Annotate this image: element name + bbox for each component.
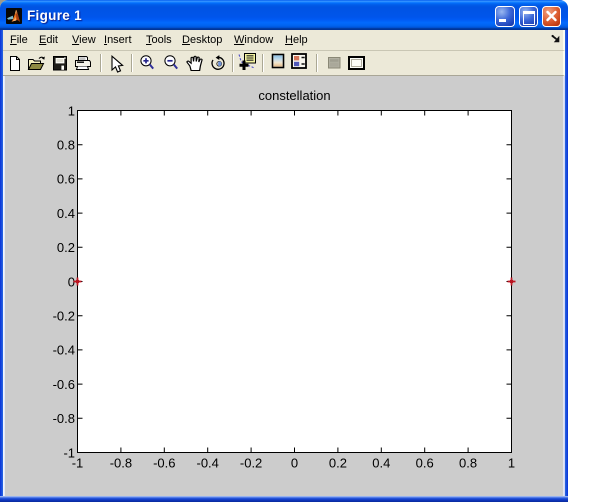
svg-text:0.8: 0.8 — [57, 138, 75, 153]
svg-text:0.8: 0.8 — [459, 456, 477, 471]
svg-text:0.4: 0.4 — [57, 206, 75, 221]
svg-text:-0.4: -0.4 — [53, 343, 75, 358]
svg-text:1: 1 — [68, 103, 75, 118]
svg-text:0.6: 0.6 — [57, 172, 75, 187]
svg-text:0.6: 0.6 — [416, 456, 434, 471]
svg-text:-0.2: -0.2 — [240, 456, 262, 471]
svg-text:-0.4: -0.4 — [196, 456, 218, 471]
svg-text:-0.2: -0.2 — [53, 309, 75, 324]
svg-text:-0.8: -0.8 — [110, 456, 132, 471]
svg-text:0.4: 0.4 — [372, 456, 390, 471]
svg-text:0: 0 — [291, 456, 298, 471]
svg-text:0.2: 0.2 — [329, 456, 347, 471]
svg-text:constellation: constellation — [258, 88, 330, 103]
svg-text:0.2: 0.2 — [57, 240, 75, 255]
svg-text:1: 1 — [508, 456, 515, 471]
svg-text:-0.8: -0.8 — [53, 411, 75, 426]
svg-text:-1: -1 — [72, 456, 84, 471]
svg-text:-0.6: -0.6 — [153, 456, 175, 471]
svg-text:-0.6: -0.6 — [53, 377, 75, 392]
